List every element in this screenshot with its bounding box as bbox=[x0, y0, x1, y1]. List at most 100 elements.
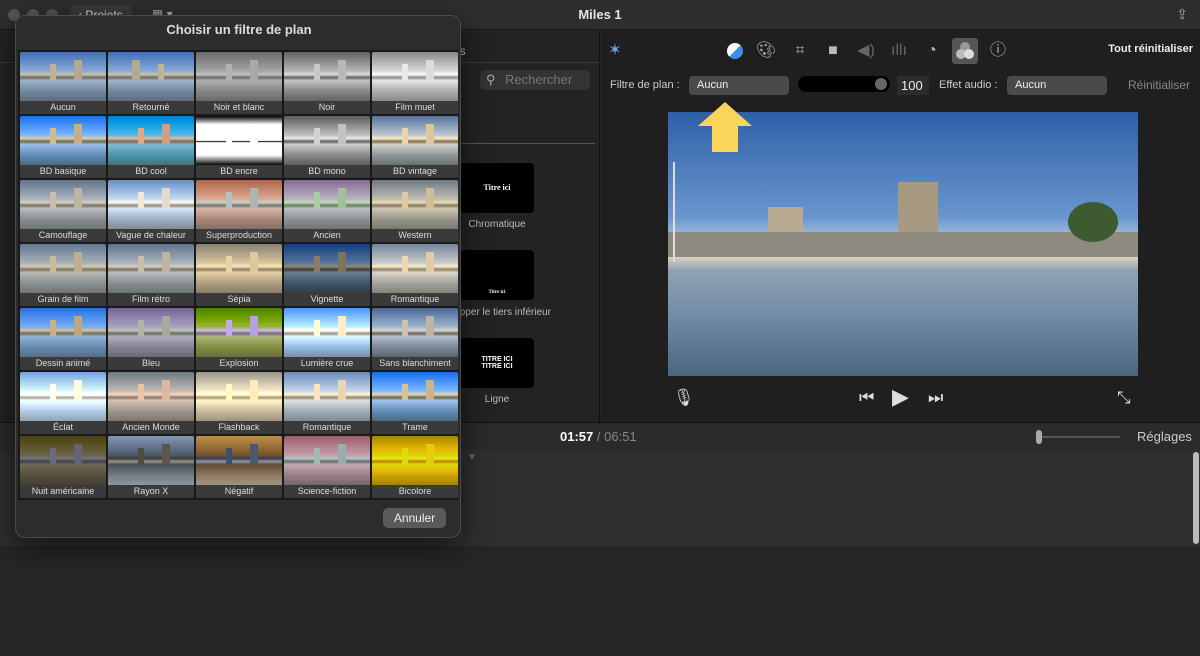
reset-button[interactable]: Réinitialiser bbox=[1128, 78, 1190, 92]
filter-label: BD cool bbox=[108, 165, 194, 178]
filter-option[interactable]: Flashback bbox=[196, 372, 282, 434]
filter-thumbnail bbox=[20, 372, 106, 421]
filter-label: Flashback bbox=[196, 421, 282, 434]
filter-option[interactable]: Vignette bbox=[284, 244, 370, 306]
speed-icon[interactable]: ◔ bbox=[921, 40, 943, 62]
filter-option[interactable]: Romantique bbox=[372, 244, 458, 306]
playhead-icon[interactable]: ▼ bbox=[467, 452, 477, 463]
play-button[interactable]: ▶ bbox=[892, 384, 909, 410]
fullscreen-icon[interactable]: ⤡ bbox=[1117, 388, 1131, 408]
cancel-button[interactable]: Annuler bbox=[383, 508, 446, 528]
filter-grid: Aucun Retourné Noir et blanc Noir Film muet B… bbox=[18, 50, 458, 500]
palette-icon[interactable]: 🎨︎ bbox=[755, 40, 777, 62]
filter-icon[interactable] bbox=[952, 38, 978, 64]
filter-thumbnail bbox=[20, 180, 106, 229]
intensity-value[interactable]: 100 bbox=[897, 76, 929, 95]
filter-label: Éclat bbox=[20, 421, 106, 434]
clip-filter-popup[interactable]: Aucun bbox=[689, 76, 789, 95]
filter-option[interactable]: Sans blanchiment bbox=[372, 308, 458, 370]
filter-option[interactable]: Lumière crue bbox=[284, 308, 370, 370]
title-thumb-text: Titre ici bbox=[483, 183, 511, 192]
title-thumb-chromatique[interactable]: Titre ici bbox=[460, 163, 534, 213]
filter-option[interactable]: Camouflage bbox=[20, 180, 106, 242]
magic-wand-icon[interactable]: ✶ bbox=[604, 40, 626, 62]
filter-option[interactable]: BD basique bbox=[20, 116, 106, 178]
info-icon[interactable]: ⓘ bbox=[987, 40, 1009, 62]
total-time: 06:51 bbox=[604, 429, 637, 444]
search-icon: ⚲ bbox=[486, 72, 496, 87]
audio-effect-popup[interactable]: Aucun bbox=[1007, 76, 1107, 95]
title-thumb-ligne[interactable]: TITRE ICI TITRE ICI bbox=[460, 338, 534, 388]
filter-option[interactable]: Romantique bbox=[284, 372, 370, 434]
filter-label: BD mono bbox=[284, 165, 370, 178]
filter-thumbnail bbox=[372, 308, 458, 357]
search-placeholder: Rechercher bbox=[505, 72, 573, 87]
filter-option[interactable]: Aucun bbox=[20, 52, 106, 114]
filter-option[interactable]: Noir et blanc bbox=[196, 52, 282, 114]
filter-label: Vague de chaleur bbox=[108, 229, 194, 242]
filter-label: Ancien bbox=[284, 229, 370, 242]
filter-option[interactable]: Ancien bbox=[284, 180, 370, 242]
slider-knob[interactable] bbox=[875, 78, 887, 90]
filter-option[interactable]: Explosion bbox=[196, 308, 282, 370]
title-thumb-lower-third[interactable]: Titre ici bbox=[460, 250, 534, 300]
filter-thumbnail bbox=[20, 436, 106, 485]
equalizer-icon[interactable]: ıllı bbox=[888, 40, 910, 62]
filter-thumbnail bbox=[108, 436, 194, 485]
share-icon[interactable]: ⇪ bbox=[1176, 6, 1188, 23]
settings-button[interactable]: Réglages bbox=[1137, 429, 1192, 444]
filter-label: Négatif bbox=[196, 485, 282, 498]
filter-option[interactable]: Film rétro bbox=[108, 244, 194, 306]
yellow-arrow-annotation bbox=[698, 102, 752, 152]
filter-label: Romantique bbox=[372, 293, 458, 306]
timeline-zoom-slider[interactable] bbox=[1036, 430, 1122, 444]
filter-option[interactable]: Western bbox=[372, 180, 458, 242]
crop-icon[interactable]: ⌗ bbox=[789, 40, 811, 62]
color-balance-icon[interactable] bbox=[724, 40, 746, 62]
filter-thumbnail bbox=[196, 372, 282, 421]
filter-thumbnail bbox=[108, 180, 194, 229]
filter-intensity-slider[interactable] bbox=[798, 76, 890, 92]
filter-option[interactable]: Grain de film bbox=[20, 244, 106, 306]
filter-option[interactable]: Trame bbox=[372, 372, 458, 434]
scrollbar[interactable] bbox=[1193, 452, 1199, 544]
filter-option[interactable]: Sépia bbox=[196, 244, 282, 306]
filter-option[interactable]: Ancien Monde bbox=[108, 372, 194, 434]
filter-option[interactable]: Bleu bbox=[108, 308, 194, 370]
stabilization-icon[interactable]: ■ bbox=[822, 40, 844, 62]
filter-option[interactable]: Retourné bbox=[108, 52, 194, 114]
filter-label: Dessin animé bbox=[20, 357, 106, 370]
filter-label: Ancien Monde bbox=[108, 421, 194, 434]
filter-option[interactable]: Noir bbox=[284, 52, 370, 114]
search-input[interactable]: ⚲ Rechercher bbox=[480, 70, 590, 90]
audio-effect-label: Effet audio : bbox=[939, 79, 998, 91]
volume-icon[interactable]: ◀) bbox=[855, 40, 877, 62]
filter-thumbnail bbox=[372, 180, 458, 229]
skip-forward-button[interactable]: ⏭︎ bbox=[928, 388, 943, 408]
filter-option[interactable]: Rayon X bbox=[108, 436, 194, 498]
filter-option[interactable]: BD encre bbox=[196, 116, 282, 178]
filter-option[interactable]: BD cool bbox=[108, 116, 194, 178]
filter-thumbnail bbox=[108, 244, 194, 293]
filter-label: Grain de film bbox=[20, 293, 106, 306]
filter-option[interactable]: Dessin animé bbox=[20, 308, 106, 370]
filter-thumbnail bbox=[108, 116, 194, 165]
filter-label: Aucun bbox=[20, 101, 106, 114]
filter-option[interactable]: BD vintage bbox=[372, 116, 458, 178]
filter-option[interactable]: BD mono bbox=[284, 116, 370, 178]
filter-option[interactable]: Négatif bbox=[196, 436, 282, 498]
filter-option[interactable]: Vague de chaleur bbox=[108, 180, 194, 242]
filter-option[interactable]: Film muet bbox=[372, 52, 458, 114]
filter-label: Vignette bbox=[284, 293, 370, 306]
filter-option[interactable]: Nuit américaine bbox=[20, 436, 106, 498]
filter-option[interactable]: Bicolore bbox=[372, 436, 458, 498]
reset-all-button[interactable]: Tout réinitialiser bbox=[1108, 43, 1193, 55]
microphone-icon[interactable]: 🎙︎ bbox=[673, 388, 695, 408]
filter-option[interactable]: Science-fiction bbox=[284, 436, 370, 498]
filter-thumbnail bbox=[284, 372, 370, 421]
filter-option[interactable]: Éclat bbox=[20, 372, 106, 434]
filter-label: BD basique bbox=[20, 165, 106, 178]
filter-label: Trame bbox=[372, 421, 458, 434]
skip-back-button[interactable]: ⏮︎ bbox=[859, 388, 874, 408]
filter-option[interactable]: Superproduction bbox=[196, 180, 282, 242]
